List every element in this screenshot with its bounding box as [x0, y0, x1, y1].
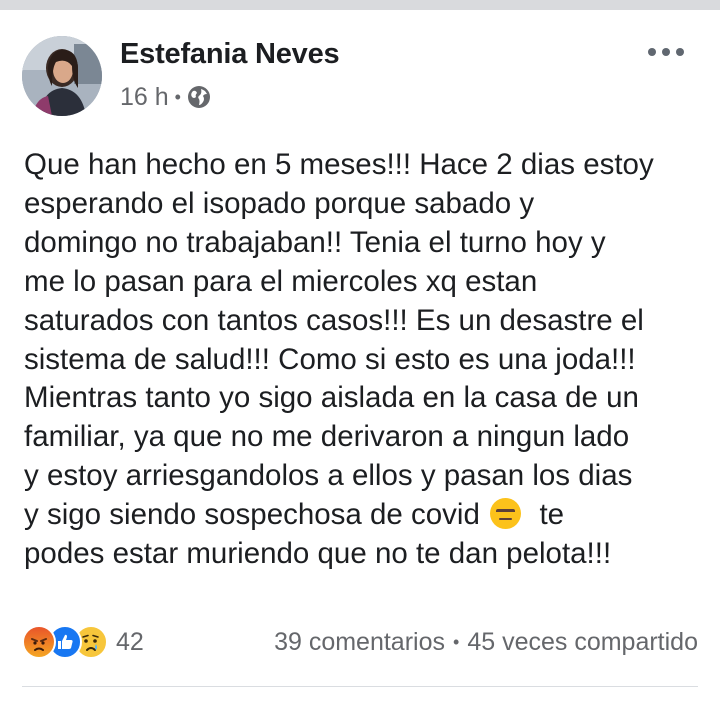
- more-options-icon[interactable]: [648, 46, 684, 58]
- post-line: familiar, ya que no me derivaron a ningu…: [24, 420, 630, 454]
- reaction-count: 42: [116, 627, 144, 656]
- post-line-part: y sigo siendo sospechosa de covid: [24, 498, 489, 532]
- post-line-part: te: [523, 498, 565, 532]
- author-name[interactable]: Estefania Neves: [120, 38, 340, 71]
- footer-divider: [22, 686, 698, 687]
- stats-separator: •: [453, 632, 460, 652]
- post-line: me lo pasan para el miercoles xq estan: [24, 264, 538, 298]
- comments-count[interactable]: 39 comentarios: [274, 628, 445, 657]
- post-line: podes estar muriendo que no te dan pelot…: [24, 537, 612, 571]
- post-line: Mientras tanto yo sigo aislada en la cas…: [24, 381, 639, 415]
- post-time[interactable]: 16 h: [120, 83, 169, 112]
- reactions-summary[interactable]: 42: [22, 624, 144, 660]
- meta-separator: •: [174, 86, 181, 107]
- expressionless-face-emoji: [490, 498, 522, 530]
- top-separator-bar: [0, 0, 720, 10]
- angry-reaction-icon: [22, 625, 56, 659]
- post-line: saturados con tantos casos!!! Es un desa…: [24, 303, 644, 337]
- post-footer: 42 39 comentarios • 45 veces compartido: [22, 622, 698, 662]
- post-stats: 39 comentarios • 45 veces compartido: [274, 628, 698, 657]
- post-line: domingo no trabajaban!! Tenia el turno h…: [24, 225, 606, 259]
- shares-count[interactable]: 45 veces compartido: [467, 628, 698, 657]
- post-line: esperando el isopado porque sabado y: [24, 186, 535, 220]
- post-meta: 16 h •: [120, 82, 211, 112]
- post-line: sistema de salud!!! Como si esto es una …: [24, 342, 636, 376]
- avatar[interactable]: [22, 36, 102, 116]
- post-header: Estefania Neves 16 h •: [22, 36, 698, 116]
- post-line: Que han hecho en 5 meses!!! Hace 2 dias …: [24, 148, 654, 181]
- post-text: Que han hecho en 5 meses!!! Hace 2 dias …: [24, 146, 704, 574]
- globe-icon: [187, 85, 211, 109]
- avatar-photo: [22, 36, 102, 116]
- post-line: y estoy arriesgandolos a ellos y pasan l…: [24, 459, 633, 493]
- post-line-with-emoji: y sigo siendo sospechosa de covid te: [24, 496, 704, 535]
